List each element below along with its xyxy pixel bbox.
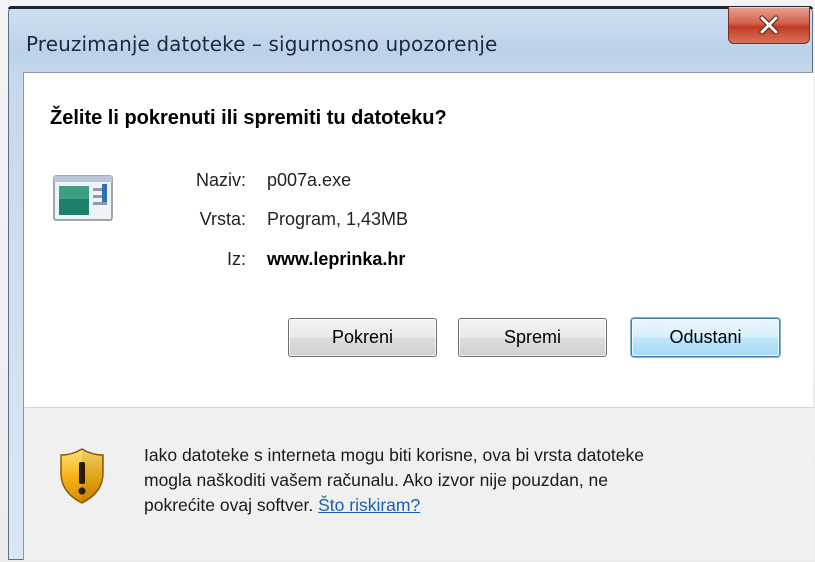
dialog-backdrop: Preuzimanje datoteke – sigurnosno upozor… — [0, 0, 815, 562]
save-button[interactable]: Spremi — [458, 318, 607, 357]
name-value: p007a.exe — [267, 170, 352, 190]
name-label: Naziv: — [195, 170, 246, 190]
warning-line-2: mogla naškoditi vašem računalu. Ako izvo… — [144, 470, 609, 490]
dialog-content: Želite li pokrenuti ili spremiti tu dato… — [23, 72, 814, 561]
cancel-button[interactable]: Odustani — [631, 318, 780, 357]
window-top-edge — [8, 6, 813, 9]
from-label: Iz: — [226, 249, 246, 269]
close-button[interactable] — [728, 7, 810, 44]
what-is-the-risk-link[interactable]: Što riskiram? — [318, 495, 420, 515]
run-button[interactable]: Pokreni — [288, 318, 437, 357]
warning-shield-icon — [60, 448, 104, 504]
close-icon — [759, 15, 779, 35]
warning-line-3: pokrećite ovaj softver. — [144, 495, 314, 515]
window-title: Preuzimanje datoteke – sigurnosno upozor… — [26, 32, 498, 56]
warning-line-1: Iako datoteke s interneta mogu biti kori… — [144, 445, 645, 465]
warning-text: Iako datoteke s interneta mogu biti kori… — [144, 443, 784, 518]
type-value: Program, 1,43MB — [267, 209, 409, 229]
from-value: www.leprinka.hr — [267, 249, 406, 269]
type-label: Vrsta: — [199, 209, 246, 229]
warning-footer: Iako datoteke s interneta mogu biti kori… — [24, 407, 814, 561]
dialog-question: Želite li pokrenuti ili spremiti tu dato… — [50, 107, 447, 129]
